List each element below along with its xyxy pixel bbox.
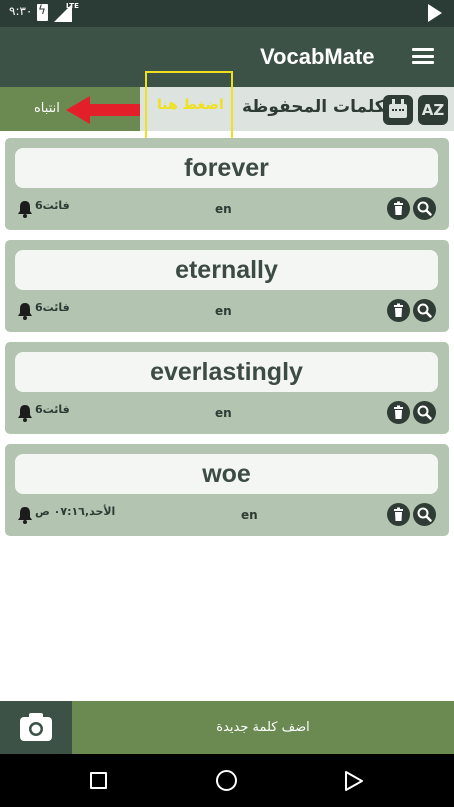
trash-icon[interactable] xyxy=(387,299,410,322)
add-word-button[interactable]: اضف كلمة جديدة xyxy=(72,701,454,754)
sort-az-icon[interactable]: AZ xyxy=(418,95,448,125)
word-card[interactable]: eternally 6فائت en xyxy=(5,240,449,332)
bell-icon[interactable] xyxy=(17,404,33,422)
search-icon[interactable] xyxy=(413,401,436,424)
language-code: en xyxy=(215,304,232,318)
search-icon[interactable] xyxy=(413,299,436,322)
back-icon[interactable] xyxy=(344,770,364,792)
trash-icon[interactable] xyxy=(387,197,410,220)
search-icon[interactable] xyxy=(413,197,436,220)
bell-icon[interactable] xyxy=(17,302,33,320)
language-code: en xyxy=(215,202,232,216)
card-footer: 6فائت en xyxy=(5,194,449,224)
hint-highlight[interactable]: اضغط هنا xyxy=(145,71,233,141)
card-footer: الأحد,٠٧:١٦ ص en xyxy=(5,500,449,530)
network-type: LTE xyxy=(66,2,79,10)
home-icon[interactable] xyxy=(216,770,237,791)
hint-label: اضغط هنا xyxy=(157,97,224,113)
status-time: ٩:٣٠ xyxy=(9,4,33,18)
language-code: en xyxy=(215,406,232,420)
status-bar: ٩:٣٠ LTE xyxy=(0,0,454,27)
word-text[interactable]: everlastingly xyxy=(15,352,438,392)
word-text[interactable]: forever xyxy=(15,148,438,188)
bell-icon[interactable] xyxy=(17,506,33,524)
toolbar: انتباه اضغط هنا الكلمات المحفوظة AZ xyxy=(0,71,454,141)
search-icon[interactable] xyxy=(413,503,436,526)
bottom-bar: اضف كلمة جديدة xyxy=(0,701,454,754)
due-text: الأحد,٠٧:١٦ ص xyxy=(35,505,116,518)
card-footer: 6فائت en xyxy=(5,296,449,326)
recents-icon[interactable] xyxy=(90,772,107,789)
word-card[interactable]: everlastingly 6فائت en xyxy=(5,342,449,434)
menu-icon[interactable] xyxy=(412,48,434,64)
due-text: 6فائت xyxy=(35,199,70,212)
word-text[interactable]: woe xyxy=(15,454,438,494)
card-footer: 6فائت en xyxy=(5,398,449,428)
saved-words-label[interactable]: الكلمات المحفوظة xyxy=(242,97,397,117)
due-text: 6فائت xyxy=(35,403,70,416)
play-store-icon xyxy=(428,4,442,22)
word-card[interactable]: woe الأحد,٠٧:١٦ ص en xyxy=(5,444,449,536)
bell-icon[interactable] xyxy=(17,200,33,218)
language-code: en xyxy=(241,508,258,522)
word-text[interactable]: eternally xyxy=(15,250,438,290)
word-card[interactable]: forever 6فائت en xyxy=(5,138,449,230)
battery-icon xyxy=(37,3,48,21)
app-title: VocabMate xyxy=(260,44,375,69)
trash-icon[interactable] xyxy=(387,401,410,424)
navigation-bar xyxy=(0,754,454,807)
due-text: 6فائت xyxy=(35,301,70,314)
trash-icon[interactable] xyxy=(387,503,410,526)
arrow-left-icon xyxy=(66,96,140,124)
calendar-icon[interactable] xyxy=(383,95,413,125)
camera-icon[interactable] xyxy=(0,701,72,754)
alert-label: انتباه xyxy=(34,101,60,116)
